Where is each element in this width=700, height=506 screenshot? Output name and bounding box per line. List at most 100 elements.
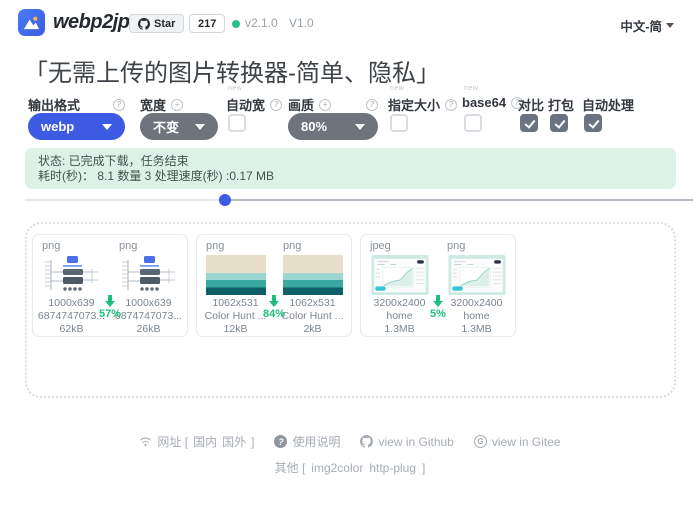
savings-indicator: 57% [95, 295, 125, 320]
chevron-down-icon [355, 124, 365, 130]
gitee-icon: G [474, 435, 487, 448]
usage-label: 使用说明 [292, 433, 340, 450]
status-dot-icon [232, 20, 240, 28]
source-column: png 1000x639 6874747073... 62kB [33, 235, 110, 336]
footer-links-row: 网址 [ 国内 国外 ] ? 使用说明 view in Github G vie… [0, 433, 700, 450]
download-arrow-icon [433, 295, 443, 307]
usage-guide-link[interactable]: ? 使用说明 [274, 433, 340, 450]
github-star-button[interactable]: Star [129, 14, 184, 33]
savings-indicator: 5% [423, 295, 453, 320]
format-label: png [119, 240, 137, 254]
thumbnail-image[interactable] [283, 255, 343, 295]
savings-percent: 5% [430, 308, 446, 320]
app-title: webp2jpg [53, 11, 141, 34]
httpplug-link[interactable]: http-plug [369, 461, 416, 475]
star-count[interactable]: 217 [189, 14, 225, 33]
site-links-prefix: 网址 [ [157, 433, 188, 450]
new-badge: new [228, 85, 242, 92]
thumbnail-image[interactable] [447, 255, 507, 295]
format-label: jpeg [370, 240, 391, 254]
overseas-link[interactable]: 国外 [222, 433, 246, 450]
format-label: png [447, 240, 465, 254]
bracket-close: ] [251, 435, 254, 449]
thumbnail-image[interactable] [119, 255, 179, 295]
output-column: png 1000x639 6874747073... 26kB [110, 235, 187, 336]
img2color-link[interactable]: img2color [311, 461, 363, 475]
compare-checkbox[interactable] [520, 114, 538, 132]
auto-width-label: 自动宽 [226, 95, 265, 114]
new-badge: new [390, 85, 404, 92]
other-prefix: 其他 [ [275, 461, 306, 475]
quality-value: 80% [301, 119, 327, 134]
width-dropdown[interactable]: 不变 [140, 113, 218, 140]
bracket-close: ] [422, 461, 425, 475]
slider-handle[interactable] [219, 194, 231, 206]
thumbnail-image[interactable] [370, 255, 430, 295]
width-label: 宽度 [140, 95, 166, 114]
specify-size-label: 指定大小 [388, 95, 440, 114]
output-column: png 3200x2400 home 1.3MB [438, 235, 515, 336]
domestic-link[interactable]: 国内 [193, 433, 217, 450]
chevron-down-icon [102, 124, 112, 130]
progress-slider[interactable] [25, 194, 693, 206]
plus-icon[interactable]: + [319, 99, 331, 111]
dropzone[interactable]: png 1000x639 6874747073... 62kB [25, 222, 676, 398]
auto-width-checkbox[interactable] [228, 114, 246, 132]
info-icon[interactable]: ? [445, 99, 457, 111]
download-arrow-icon [105, 295, 115, 307]
output-format-value: webp [41, 119, 74, 134]
thumbnail-image[interactable] [206, 255, 266, 295]
base64-checkbox[interactable] [464, 114, 482, 132]
plus-icon[interactable]: + [171, 99, 183, 111]
result-card: png 1062x531 Color Hunt ... 12kB png 106… [196, 234, 352, 337]
wifi-icon [139, 436, 152, 447]
auto-process-label: 自动处理 [582, 95, 634, 114]
format-label: png [42, 240, 60, 254]
compare-label: 对比 [518, 95, 544, 114]
star-label: Star [154, 18, 175, 30]
package-label: 打包 [548, 95, 574, 114]
question-icon: ? [274, 435, 287, 448]
version-secondary: V1.0 [289, 16, 314, 30]
output-format-dropdown[interactable]: webp [28, 113, 125, 140]
site-links: 网址 [ 国内 国外 ] [139, 433, 254, 450]
output-column: png 1062x531 Color Hunt ... 2kB [274, 235, 351, 336]
github-link[interactable]: view in Github [360, 435, 453, 449]
savings-percent: 57% [99, 308, 121, 320]
gitee-link[interactable]: G view in Gitee [474, 435, 561, 449]
page-title: 「无需上传的图片转换器-简单、隐私」 [24, 53, 440, 88]
image-size: 12kB [199, 323, 273, 336]
info-icon[interactable]: ? [366, 99, 378, 111]
auto-process-checkbox[interactable] [584, 114, 602, 132]
thumbnail-image[interactable] [42, 255, 102, 295]
package-checkbox[interactable] [550, 114, 568, 132]
status-alert: 状态: 已完成下载，任务结束 耗时(秒)： 8.1 数量 3 处理速度(秒) :… [25, 148, 676, 189]
chevron-down-icon [666, 23, 674, 28]
image-size: 1.3MB [440, 323, 514, 336]
github-icon [138, 18, 150, 30]
info-icon[interactable]: ? [270, 99, 282, 111]
savings-percent: 84% [263, 308, 285, 320]
image-size: 1.3MB [363, 323, 437, 336]
savings-indicator: 84% [259, 295, 289, 320]
slider-track[interactable] [25, 199, 693, 201]
image-size: 62kB [35, 323, 109, 336]
quality-dropdown[interactable]: 80% [288, 113, 378, 140]
output-format-label: 输出格式 [28, 95, 80, 114]
github-icon [360, 435, 373, 448]
controls-row: 输出格式? webp 宽度+ 不变 new 自动宽? 画质+? 80% [0, 86, 700, 142]
format-label: png [206, 240, 224, 254]
info-icon[interactable]: ? [113, 99, 125, 111]
github-label: view in Github [378, 435, 453, 449]
image-size: 26kB [112, 323, 186, 336]
language-label: 中文-简 [620, 16, 662, 35]
webp2jpg-app: webp2jpg Star 217 v2.1.0 V1.0 中文-简 「无需上传… [0, 0, 700, 506]
chevron-down-icon [195, 124, 205, 130]
specify-size-checkbox[interactable] [390, 114, 408, 132]
app-logo-icon [18, 9, 45, 36]
source-column: png 1062x531 Color Hunt ... 12kB [197, 235, 274, 336]
width-value: 不变 [153, 117, 179, 136]
language-selector[interactable]: 中文-简 [620, 16, 674, 35]
status-line1: 状态: 已完成下载，任务结束 [38, 154, 663, 169]
version-primary: v2.1.0 [245, 16, 278, 30]
